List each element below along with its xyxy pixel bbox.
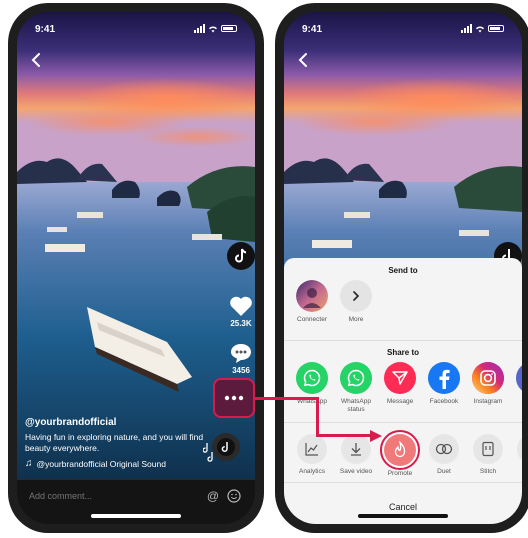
tool-label: Stitch (479, 468, 497, 475)
share-message[interactable]: Message (378, 362, 422, 406)
connector-line (254, 397, 318, 400)
share-sheet: Send to Connecter More Share to WhatsApp… (284, 258, 522, 524)
app-label: Message (386, 398, 414, 405)
username-handle[interactable]: @yourbrandofficial (25, 417, 205, 428)
stitch-icon (473, 434, 503, 464)
contact-connecter[interactable]: Connecter (290, 280, 334, 324)
share-more-app[interactable]: C (510, 362, 522, 406)
comments-button[interactable]: 3456 (227, 342, 255, 375)
floating-notes-icon (203, 443, 213, 462)
battery-icon (221, 25, 237, 32)
share-instagram[interactable]: Instagram (466, 362, 510, 406)
left-phone-frame: 9:41 25.3K 3456 @yourbrandofficial Havin… (8, 3, 264, 533)
status-icons (461, 24, 504, 33)
status-bar: 9:41 (35, 24, 237, 38)
connector-line (316, 397, 319, 437)
wifi-icon (476, 25, 484, 32)
app-label: Facebook (429, 398, 459, 405)
comment-count: 3456 (232, 366, 250, 375)
back-arrow-icon[interactable] (296, 52, 312, 68)
share-to-title: Share to (386, 348, 419, 357)
comment-input[interactable] (27, 490, 181, 502)
divider (284, 422, 522, 423)
battery-icon (488, 25, 504, 32)
tool-more[interactable]: F (510, 434, 522, 476)
right-phone-frame: 9:41 Send to Connecter More Share to Wha… (275, 3, 528, 533)
mention-icon[interactable]: @ (207, 489, 219, 503)
contacts-more-button[interactable]: More (334, 280, 378, 324)
like-button[interactable]: 25.3K (227, 295, 255, 328)
facebook-icon (428, 362, 460, 394)
download-icon (341, 434, 371, 464)
tool-label: Promote (387, 470, 413, 477)
analytics-icon (297, 434, 327, 464)
app-icon (517, 434, 522, 464)
signal-icon (194, 24, 205, 33)
whatsapp-icon (296, 362, 328, 394)
more-dots-icon (224, 395, 244, 401)
whatsapp-icon (340, 362, 372, 394)
sound-row[interactable]: ♫ @yourbrandofficial Original Sound (25, 458, 205, 469)
status-time: 9:41 (302, 24, 323, 35)
comment-bubble-icon (231, 344, 251, 363)
music-note-icon: ♫ (25, 458, 33, 469)
like-count: 25.3K (230, 319, 252, 328)
instagram-icon (472, 362, 504, 394)
status-bar: 9:41 (302, 24, 504, 38)
status-icons (194, 24, 237, 33)
chevron-right-icon (340, 280, 372, 312)
more-options-button[interactable] (213, 378, 255, 418)
avatar (296, 280, 328, 312)
app-icon (516, 362, 522, 394)
more-label: More (348, 316, 364, 323)
tool-promote[interactable]: Promote (378, 430, 422, 478)
share-screen: 9:41 Send to Connecter More Share to Wha… (284, 12, 522, 524)
emoji-icon[interactable] (227, 489, 241, 503)
heart-icon (230, 296, 252, 316)
caption-text: Having fun in exploring nature, and you … (25, 432, 204, 453)
divider (284, 340, 522, 341)
promote-highlight-ring (380, 430, 420, 470)
tool-stitch[interactable]: Stitch (466, 434, 510, 476)
share-whatsapp-status[interactable]: WhatsApp status (334, 362, 378, 414)
duet-icon (429, 434, 459, 464)
send-to-title: Send to (388, 266, 418, 275)
send-icon (384, 362, 416, 394)
video-caption: @yourbrandofficial Having fun in explori… (25, 417, 205, 469)
app-label: WhatsApp status (341, 398, 371, 413)
back-arrow-icon[interactable] (29, 52, 45, 68)
tool-label: Save video (339, 468, 373, 475)
wifi-icon (209, 25, 217, 32)
comment-bar: @ (17, 479, 255, 524)
contact-label: Connecter (297, 316, 327, 323)
signal-icon (461, 24, 472, 33)
tool-label: Duet (437, 468, 451, 475)
flame-icon (384, 434, 416, 466)
home-indicator (358, 514, 448, 518)
connector-line (316, 434, 372, 437)
sound-disc-area[interactable] (203, 432, 241, 467)
tool-analytics[interactable]: Analytics (290, 434, 334, 476)
home-indicator (91, 514, 181, 518)
tiktok-logo-icon (227, 242, 255, 270)
divider (284, 482, 522, 483)
tool-duet[interactable]: Duet (422, 434, 466, 476)
arrow-head-icon (370, 429, 382, 442)
share-facebook[interactable]: Facebook (422, 362, 466, 406)
video-screen: 9:41 25.3K 3456 @yourbrandofficial Havin… (17, 12, 255, 524)
tiktok-profile-button[interactable] (227, 242, 255, 270)
app-label: C (510, 398, 522, 406)
tool-label: F (510, 468, 522, 476)
status-time: 9:41 (35, 24, 56, 35)
sound-title: @yourbrandofficial Original Sound (36, 458, 166, 469)
cancel-button[interactable]: Cancel (284, 502, 522, 512)
tool-label: Analytics (298, 468, 325, 475)
app-label: Instagram (473, 398, 503, 405)
